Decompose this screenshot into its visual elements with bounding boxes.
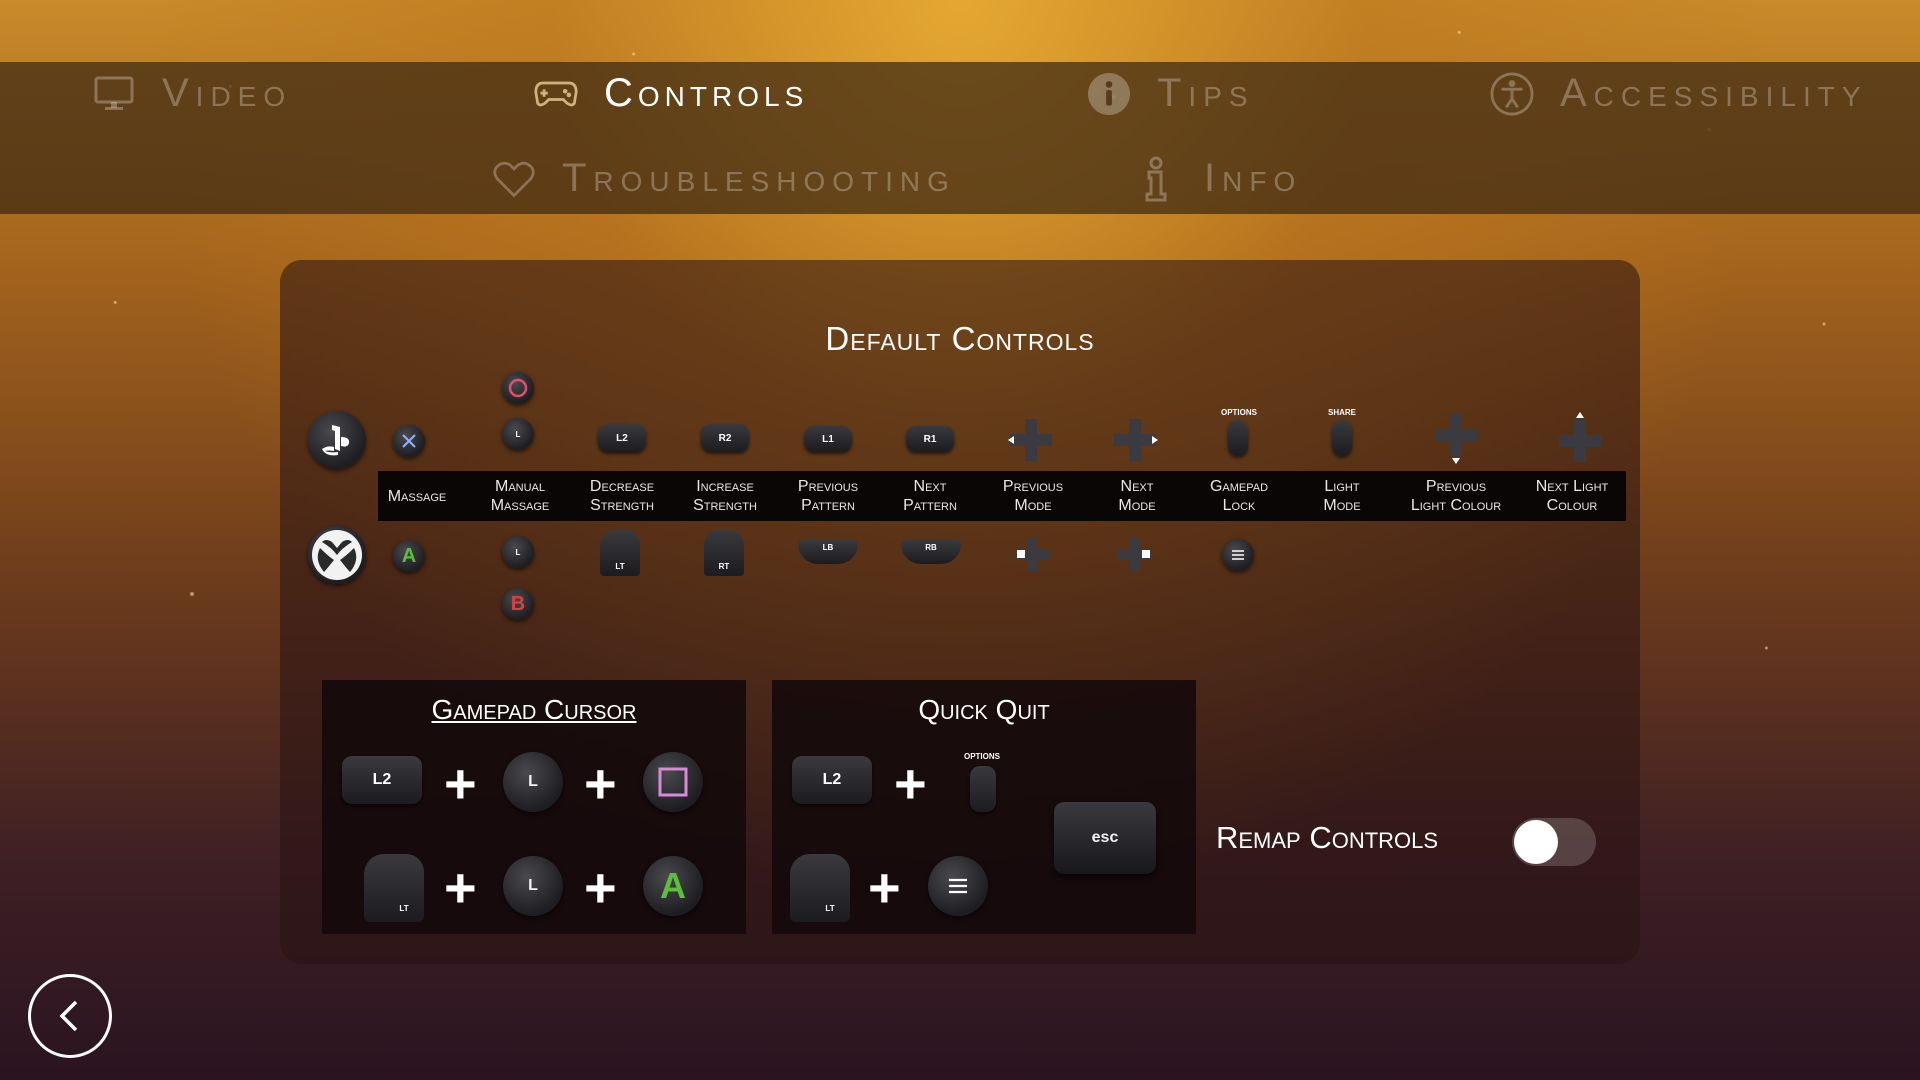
xbox-rb-button-icon: RB [901, 540, 961, 564]
col-label-gamepad-lock: Gamepad Lock [1209, 478, 1269, 514]
info-circle-icon [1087, 72, 1131, 116]
tab-troubleshooting[interactable]: Troubleshooting [492, 156, 956, 201]
heart-icon [492, 157, 536, 201]
plus-icon: + [894, 752, 927, 815]
xbox-lb-button-icon: LB [798, 540, 858, 564]
col-label-light-mode: Light Mode [1323, 478, 1361, 514]
tab-video[interactable]: Video [92, 71, 292, 116]
esc-key-icon: esc [1054, 802, 1156, 874]
ps-dpad-right-icon [1110, 415, 1160, 465]
accessibility-icon [1490, 71, 1534, 116]
tab-controls-label: Controls [604, 71, 809, 115]
quick-quit-title: Quick Quit [918, 694, 1050, 725]
ps-dpad-down-icon [1431, 410, 1481, 466]
ps-share-button-icon [1332, 420, 1352, 456]
remap-controls-toggle[interactable] [1512, 818, 1596, 866]
cursor-ps-l2-icon: L2 [342, 756, 422, 804]
tab-troubleshooting-label: Troubleshooting [562, 156, 956, 200]
ps-square-button-icon [643, 752, 703, 812]
tab-info[interactable]: Info [1134, 156, 1302, 201]
xbox-logo-icon [308, 526, 366, 584]
col-label-massage: Massage [387, 488, 447, 505]
info-person-icon [1134, 156, 1178, 201]
playstation-logo-icon [308, 411, 366, 469]
tab-controls[interactable]: Controls [534, 71, 808, 116]
quit-xbox-menu-icon [928, 856, 988, 916]
tab-info-label: Info [1204, 156, 1303, 200]
xbox-a-button-icon: A [393, 540, 425, 572]
gamepad-cursor-title[interactable]: Gamepad Cursor [322, 694, 746, 726]
cursor-xbox-lt-icon: LT [364, 854, 424, 922]
col-label-next-mode: Next Mode [1118, 478, 1156, 514]
col-label-previous-mode: Previous Mode [1002, 478, 1064, 514]
col-label-next-pattern: Next Pattern [903, 478, 957, 514]
cursor-xbox-left-stick-icon: L [503, 856, 563, 916]
ps-dpad-up-icon [1555, 410, 1605, 466]
tab-tips[interactable]: Tips [1087, 71, 1255, 116]
ps-l2-button-icon: L2 [598, 424, 646, 452]
ps-left-stick-icon: L [502, 418, 534, 450]
xbox-rt-button-icon: RT [704, 530, 744, 576]
ps-share-caption: SHARE [1327, 407, 1356, 417]
chevron-left-icon [59, 1000, 78, 1032]
xbox-b-button-icon: B [502, 588, 534, 620]
plus-icon: + [444, 752, 477, 815]
quit-ps-options-icon [970, 766, 996, 812]
panel-title: Default Controls [825, 320, 1095, 357]
cursor-xbox-a-icon: A [643, 856, 703, 916]
plus-icon: + [584, 856, 617, 919]
plus-icon: + [444, 856, 477, 919]
xbox-lt-button-icon: LT [600, 530, 640, 576]
xbox-left-stick-icon: L [502, 536, 534, 568]
ps-r1-button-icon: R1 [906, 426, 954, 452]
tab-accessibility-label: Accessibility [1560, 71, 1868, 115]
ps-options-caption: OPTIONS [1220, 407, 1257, 417]
xbox-menu-button-icon [1222, 539, 1254, 571]
ps-dpad-left-icon [1006, 415, 1056, 465]
plus-icon: + [868, 856, 901, 919]
cursor-left-stick-icon: L [503, 752, 563, 812]
quit-xbox-lt-icon: LT [790, 854, 850, 922]
col-label-previous-pattern: Previous Pattern [797, 478, 859, 514]
controls-panel: Default Controls Massage Manual Massage D… [280, 260, 1640, 964]
quit-ps-l2-icon: L2 [792, 756, 872, 804]
plus-icon: + [584, 752, 617, 815]
tab-accessibility[interactable]: Accessibility [1490, 71, 1868, 116]
xbox-dpad-left-icon [1013, 535, 1051, 573]
quit-options-caption: OPTIONS [963, 751, 1000, 761]
remap-controls-label: Remap Controls [1216, 820, 1439, 855]
toggle-knob [1514, 820, 1558, 864]
ps-circle-button-icon [502, 372, 534, 404]
monitor-icon [92, 72, 136, 116]
gamepad-icon [534, 72, 578, 116]
ps-l1-button-icon: L1 [804, 426, 852, 452]
ps-options-button-icon [1228, 420, 1248, 456]
col-label-manual-massage: Manual Massage [490, 478, 550, 514]
ps-r2-button-icon: R2 [701, 424, 749, 452]
col-label-increase-strength: Increase Strength [693, 478, 757, 514]
col-label-previous-light-colour: Previous Light Colour [1410, 478, 1502, 514]
gamepad-cursor-box: Gamepad Cursor L2 + L + LT + L + A [322, 680, 746, 934]
quick-quit-box: Quick Quit L2 + OPTIONS LT + esc [772, 680, 1196, 934]
tab-video-label: Video [162, 71, 293, 115]
xbox-dpad-right-icon [1116, 535, 1154, 573]
ps-cross-button-icon [393, 425, 425, 457]
col-label-decrease-strength: Decrease Strength [589, 478, 655, 514]
tab-tips-label: Tips [1157, 71, 1255, 115]
back-button[interactable] [28, 974, 112, 1058]
col-label-next-light-colour: Next Light Colour [1535, 478, 1609, 514]
